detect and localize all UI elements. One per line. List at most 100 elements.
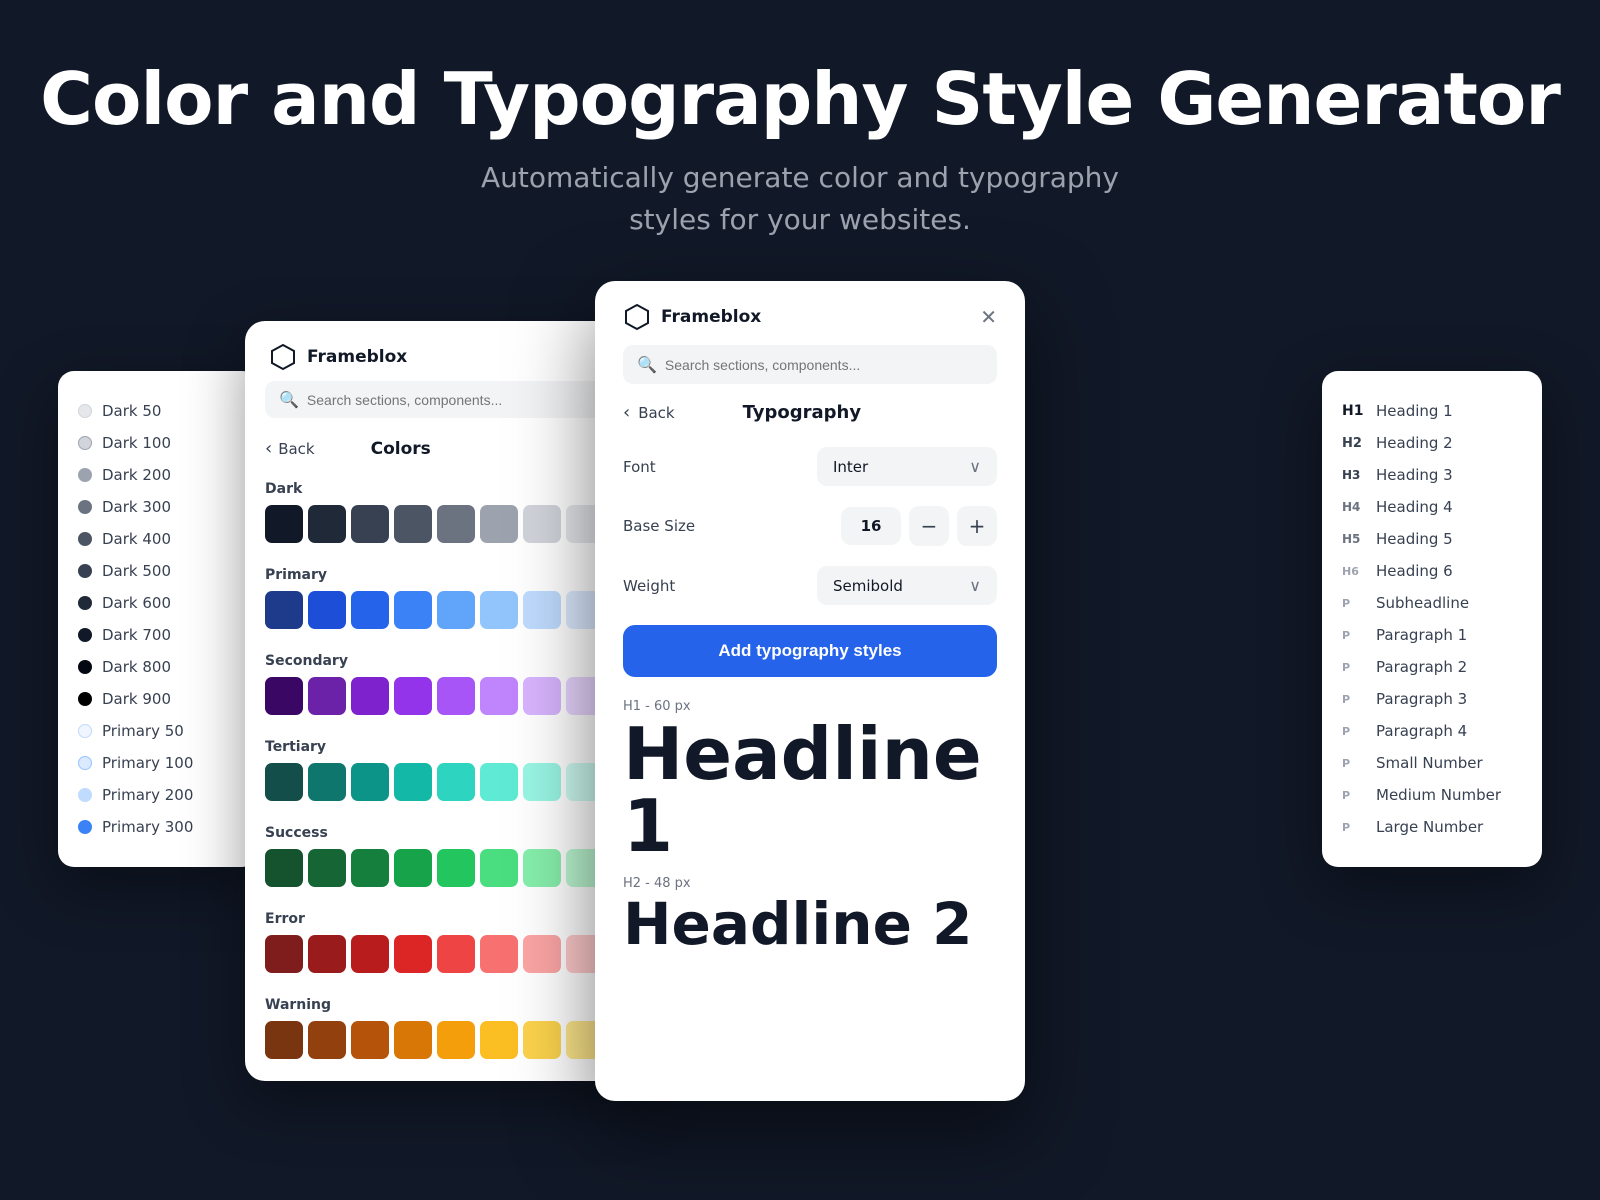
- preview-h2-label: H2 - 48 px: [623, 876, 997, 891]
- color-section: Tertiary: [245, 733, 645, 819]
- list-item[interactable]: Primary 300: [74, 811, 242, 843]
- color-swatch[interactable]: [437, 591, 475, 629]
- color-swatch[interactable]: [308, 849, 346, 887]
- heading-item[interactable]: PParagraph 1: [1342, 619, 1522, 651]
- color-swatch[interactable]: [437, 1021, 475, 1059]
- color-swatch[interactable]: [523, 591, 561, 629]
- list-item[interactable]: Dark 900: [74, 683, 242, 715]
- heading-label: Subheadline: [1376, 594, 1469, 612]
- heading-item[interactable]: H4Heading 4: [1342, 491, 1522, 523]
- add-typography-button[interactable]: Add typography styles: [623, 625, 997, 677]
- heading-item[interactable]: PLarge Number: [1342, 811, 1522, 843]
- color-swatch[interactable]: [308, 763, 346, 801]
- color-swatch[interactable]: [480, 935, 518, 973]
- color-swatch[interactable]: [265, 763, 303, 801]
- increase-size-button[interactable]: +: [957, 506, 997, 546]
- heading-item[interactable]: H5Heading 5: [1342, 523, 1522, 555]
- color-swatch[interactable]: [394, 849, 432, 887]
- color-swatch[interactable]: [480, 505, 518, 543]
- color-section: Warning: [245, 991, 645, 1077]
- list-item[interactable]: Dark 700: [74, 619, 242, 651]
- color-section: Dark: [245, 475, 645, 561]
- list-item[interactable]: Dark 400: [74, 523, 242, 555]
- list-item[interactable]: Dark 200: [74, 459, 242, 491]
- color-swatch[interactable]: [351, 505, 389, 543]
- color-swatch[interactable]: [523, 935, 561, 973]
- color-swatch[interactable]: [437, 763, 475, 801]
- heading-item[interactable]: PSubheadline: [1342, 587, 1522, 619]
- color-swatch[interactable]: [523, 677, 561, 715]
- color-swatch[interactable]: [265, 505, 303, 543]
- color-swatch[interactable]: [480, 677, 518, 715]
- weight-select[interactable]: Semibold ∨: [817, 566, 997, 605]
- color-swatch[interactable]: [265, 677, 303, 715]
- typo-back-label[interactable]: Back: [638, 404, 674, 422]
- heading-item[interactable]: H1Heading 1: [1342, 395, 1522, 427]
- color-swatch[interactable]: [523, 849, 561, 887]
- color-swatch[interactable]: [480, 1021, 518, 1059]
- heading-item[interactable]: H6Heading 6: [1342, 555, 1522, 587]
- color-swatch[interactable]: [437, 935, 475, 973]
- heading-item[interactable]: PParagraph 2: [1342, 651, 1522, 683]
- list-item[interactable]: Dark 800: [74, 651, 242, 683]
- color-swatch[interactable]: [394, 505, 432, 543]
- color-swatch[interactable]: [480, 849, 518, 887]
- color-swatch[interactable]: [351, 591, 389, 629]
- color-swatch[interactable]: [523, 763, 561, 801]
- color-swatch[interactable]: [523, 1021, 561, 1059]
- color-swatch[interactable]: [351, 849, 389, 887]
- color-swatch[interactable]: [394, 935, 432, 973]
- color-swatch[interactable]: [480, 763, 518, 801]
- list-item[interactable]: Dark 50: [74, 395, 242, 427]
- list-item[interactable]: Primary 100: [74, 747, 242, 779]
- color-swatch[interactable]: [394, 591, 432, 629]
- color-swatch[interactable]: [394, 1021, 432, 1059]
- close-icon[interactable]: ✕: [980, 305, 997, 329]
- color-swatch[interactable]: [351, 935, 389, 973]
- color-swatch[interactable]: [265, 849, 303, 887]
- heading-item[interactable]: H3Heading 3: [1342, 459, 1522, 491]
- list-item[interactable]: Primary 200: [74, 779, 242, 811]
- color-swatch[interactable]: [351, 1021, 389, 1059]
- color-swatch[interactable]: [437, 677, 475, 715]
- color-swatch[interactable]: [265, 1021, 303, 1059]
- typo-back-arrow-icon[interactable]: ‹: [623, 402, 630, 423]
- heading-tag: H1: [1342, 403, 1366, 419]
- color-swatch[interactable]: [437, 849, 475, 887]
- color-swatch[interactable]: [265, 935, 303, 973]
- color-swatch[interactable]: [265, 591, 303, 629]
- color-swatch[interactable]: [394, 763, 432, 801]
- color-swatch[interactable]: [308, 677, 346, 715]
- heading-item[interactable]: PMedium Number: [1342, 779, 1522, 811]
- heading-item[interactable]: PSmall Number: [1342, 747, 1522, 779]
- color-swatch[interactable]: [308, 1021, 346, 1059]
- color-swatch[interactable]: [308, 505, 346, 543]
- list-item[interactable]: Dark 600: [74, 587, 242, 619]
- color-swatch[interactable]: [437, 505, 475, 543]
- color-section-label: Primary: [265, 567, 625, 583]
- colors-back-label[interactable]: Back: [278, 440, 314, 458]
- back-arrow-icon[interactable]: ‹: [265, 438, 272, 459]
- list-item[interactable]: Primary 50: [74, 715, 242, 747]
- colors-search-bar[interactable]: 🔍: [265, 381, 625, 418]
- color-swatch[interactable]: [308, 591, 346, 629]
- heading-item[interactable]: H2Heading 2: [1342, 427, 1522, 459]
- decrease-size-button[interactable]: −: [909, 506, 949, 546]
- typography-search-input[interactable]: [665, 357, 983, 373]
- list-item[interactable]: Dark 100: [74, 427, 242, 459]
- typography-search-bar[interactable]: 🔍: [623, 345, 997, 384]
- color-swatch[interactable]: [480, 591, 518, 629]
- color-swatch[interactable]: [308, 935, 346, 973]
- list-item[interactable]: Dark 500: [74, 555, 242, 587]
- heading-item[interactable]: PParagraph 3: [1342, 683, 1522, 715]
- color-swatch[interactable]: [351, 677, 389, 715]
- colors-search-input[interactable]: [307, 392, 611, 408]
- list-item[interactable]: Dark 300: [74, 491, 242, 523]
- color-swatch[interactable]: [523, 505, 561, 543]
- heading-item[interactable]: PParagraph 4: [1342, 715, 1522, 747]
- typography-back-nav: ‹ Back Typography: [623, 402, 997, 423]
- color-swatch[interactable]: [351, 763, 389, 801]
- color-swatch[interactable]: [394, 677, 432, 715]
- preview-h2-text: Headline 2: [623, 895, 997, 953]
- font-select[interactable]: Inter ∨: [817, 447, 997, 486]
